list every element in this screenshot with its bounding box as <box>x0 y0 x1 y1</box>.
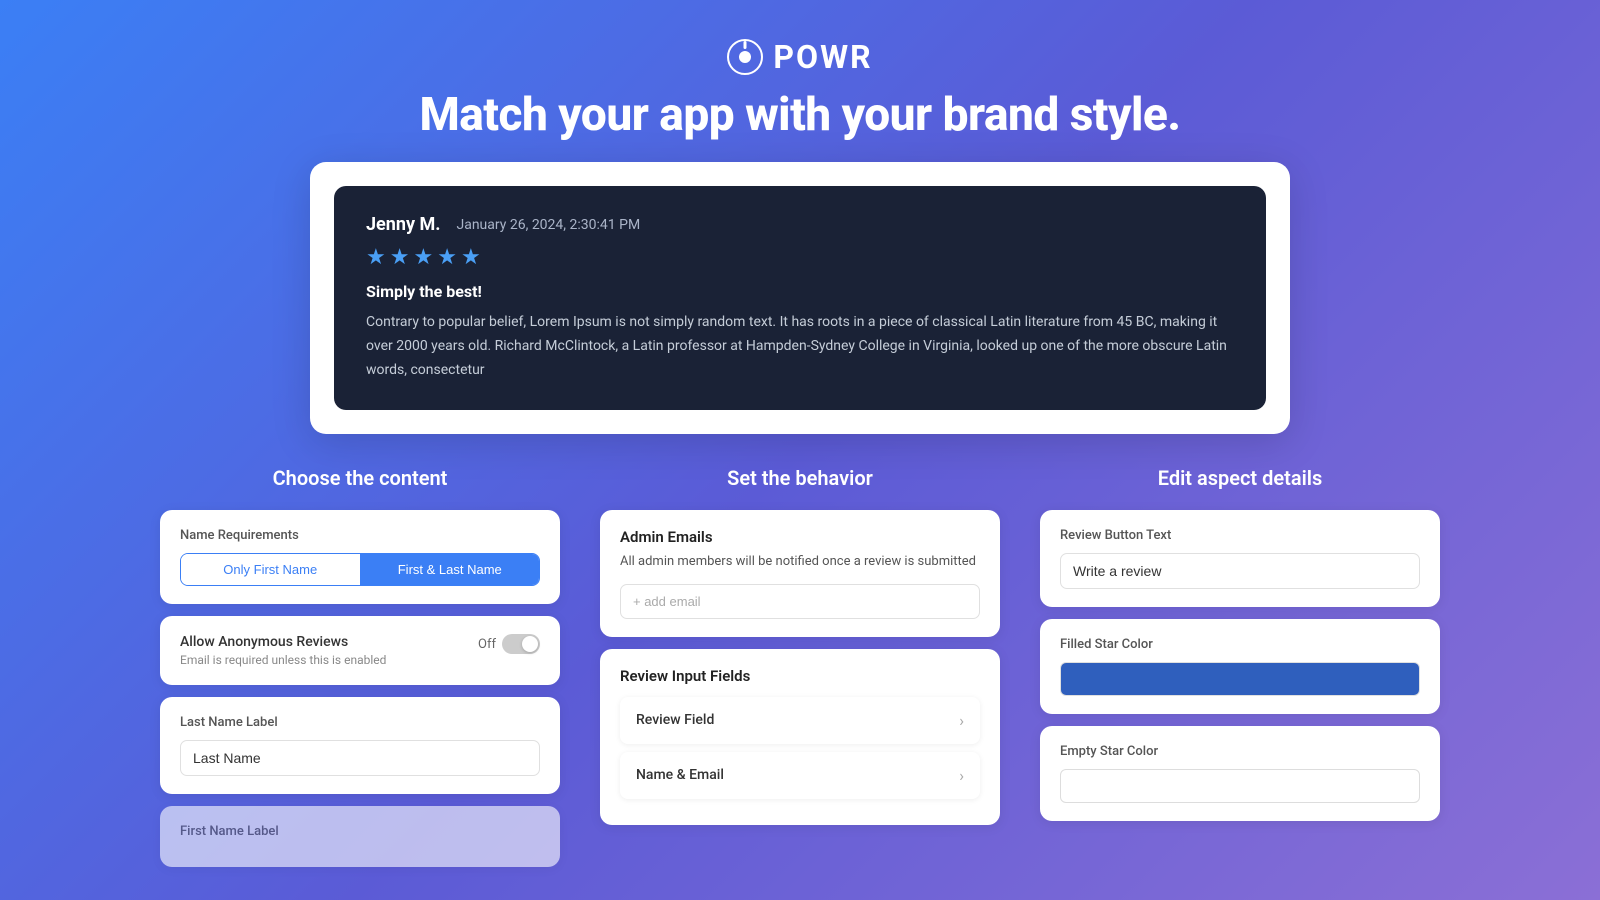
empty-star-color-swatch[interactable] <box>1060 769 1420 803</box>
review-date: January 26, 2024, 2:30:41 PM <box>456 217 640 233</box>
logo-area: POWR <box>0 38 1600 76</box>
review-field-row[interactable]: Review Field › <box>620 697 980 744</box>
filled-star-color-label: Filled Star Color <box>1060 637 1420 652</box>
review-button-text-label: Review Button Text <box>1060 528 1420 543</box>
section-aspect: Edit aspect details Review Button Text F… <box>1040 466 1440 879</box>
card-review-input-fields: Review Input Fields Review Field › Name … <box>600 649 1000 825</box>
star-4: ★ <box>437 245 457 270</box>
preview-container: Jenny M. January 26, 2024, 2:30:41 PM ★ … <box>310 162 1290 434</box>
review-field-label: Review Field <box>636 712 714 728</box>
card-review-button-text: Review Button Text <box>1040 510 1440 607</box>
empty-star-color-label: Empty Star Color <box>1060 744 1420 759</box>
card-admin-emails: Admin Emails All admin members will be n… <box>600 510 1000 637</box>
card-filled-star-color: Filled Star Color <box>1040 619 1440 714</box>
review-input-fields-label: Review Input Fields <box>620 667 980 685</box>
switch-thumb <box>522 636 538 652</box>
stars-row: ★ ★ ★ ★ ★ <box>366 245 1234 270</box>
filled-star-color-swatch[interactable] <box>1060 662 1420 696</box>
anonymous-reviews-switch-control: Off <box>478 634 540 654</box>
card-last-name-label: Last Name Label <box>160 697 560 794</box>
switch-off-label: Off <box>478 637 496 652</box>
name-email-field-row[interactable]: Name & Email › <box>620 752 980 799</box>
review-field-chevron: › <box>959 711 964 730</box>
review-body: Contrary to popular belief, Lorem Ipsum … <box>366 311 1234 382</box>
section-aspect-title: Edit aspect details <box>1040 466 1440 490</box>
star-1: ★ <box>366 245 386 270</box>
toggle-only-first-name[interactable]: Only First Name <box>181 554 361 585</box>
last-name-label-heading: Last Name Label <box>180 715 540 730</box>
section-behavior: Set the behavior Admin Emails All admin … <box>600 466 1000 879</box>
anonymous-reviews-label: Allow Anonymous Reviews <box>180 634 386 650</box>
powr-logo-icon <box>727 39 763 75</box>
review-card: Jenny M. January 26, 2024, 2:30:41 PM ★ … <box>334 186 1266 410</box>
section-content-title: Choose the content <box>160 466 560 490</box>
card-first-name-label: First Name Label <box>160 806 560 867</box>
logo-text: POWR <box>773 38 872 76</box>
name-requirements-toggle: Only First Name First & Last Name <box>180 553 540 586</box>
first-name-label-heading: First Name Label <box>180 824 540 839</box>
anonymous-reviews-info: Allow Anonymous Reviews Email is require… <box>180 634 386 667</box>
review-header: Jenny M. January 26, 2024, 2:30:41 PM <box>366 214 1234 235</box>
anonymous-reviews-toggle[interactable] <box>502 634 540 654</box>
star-3: ★ <box>413 245 433 270</box>
toggle-first-last-name[interactable]: First & Last Name <box>361 554 540 585</box>
page-header: POWR Match your app with your brand styl… <box>0 0 1600 162</box>
card-name-requirements: Name Requirements Only First Name First … <box>160 510 560 604</box>
admin-emails-label: Admin Emails <box>620 528 980 546</box>
name-requirements-label: Name Requirements <box>180 528 540 543</box>
headline: Match your app with your brand style. <box>0 88 1600 142</box>
add-email-button[interactable]: + add email <box>620 584 980 619</box>
anonymous-reviews-row: Allow Anonymous Reviews Email is require… <box>180 634 540 667</box>
name-email-label: Name & Email <box>636 767 724 783</box>
bottom-sections: Choose the content Name Requirements Onl… <box>0 434 1600 879</box>
name-email-chevron: › <box>959 766 964 785</box>
star-2: ★ <box>390 245 410 270</box>
reviewer-name: Jenny M. <box>366 214 440 235</box>
review-button-text-input[interactable] <box>1060 553 1420 589</box>
section-behavior-title: Set the behavior <box>600 466 1000 490</box>
section-content: Choose the content Name Requirements Onl… <box>160 466 560 879</box>
review-title: Simply the best! <box>366 282 1234 301</box>
card-anonymous-reviews: Allow Anonymous Reviews Email is require… <box>160 616 560 685</box>
admin-emails-desc: All admin members will be notified once … <box>620 552 980 572</box>
star-5: ★ <box>461 245 481 270</box>
card-empty-star-color: Empty Star Color <box>1040 726 1440 821</box>
anonymous-reviews-sub: Email is required unless this is enabled <box>180 653 386 667</box>
last-name-label-input[interactable] <box>180 740 540 776</box>
